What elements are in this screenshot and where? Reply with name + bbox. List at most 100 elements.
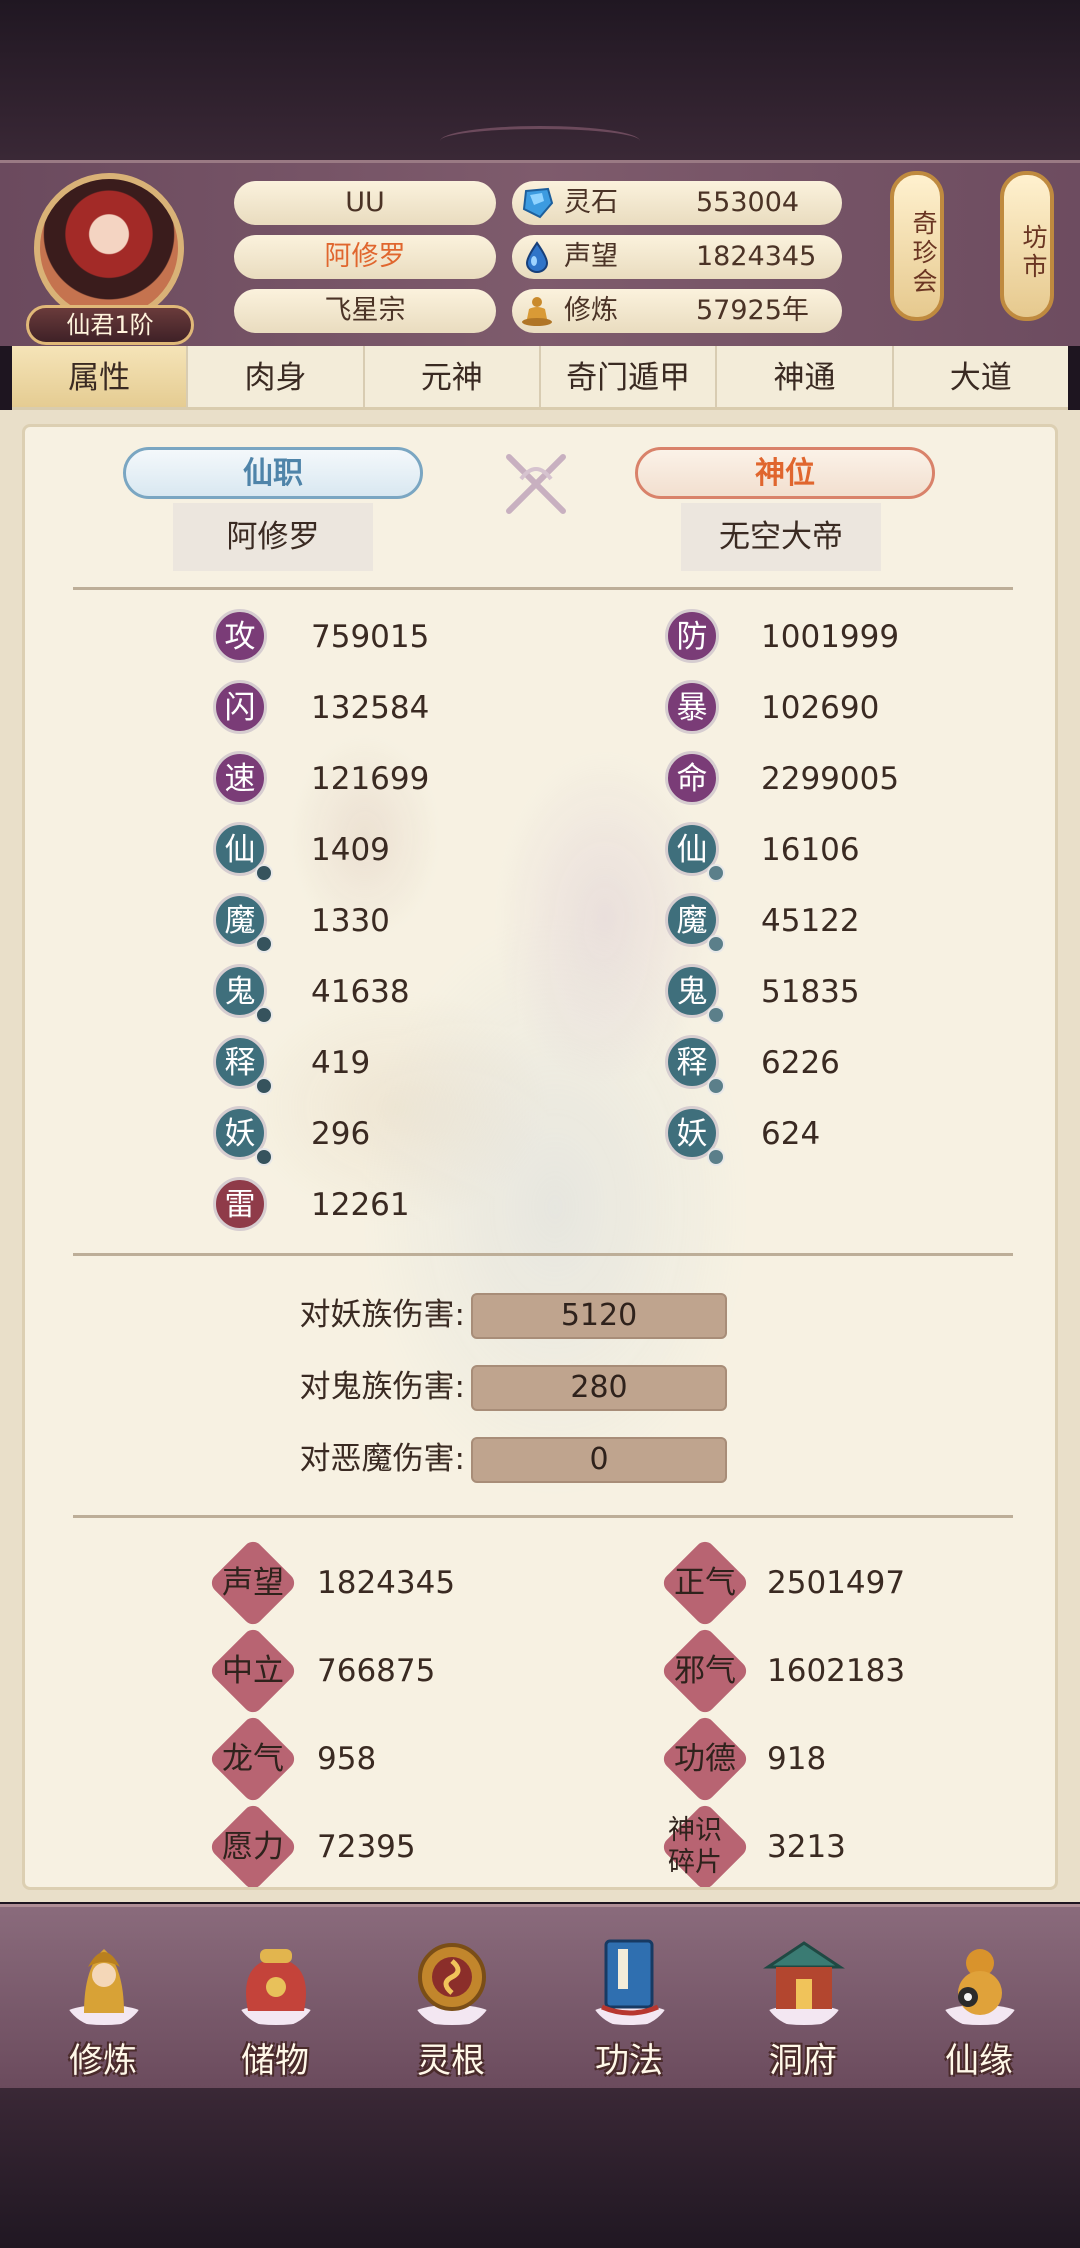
stat-value: 624 [761,1116,821,1152]
stat-icon-wrap: 释 [665,1035,725,1095]
divine-rank-banner: 神位 [635,447,935,499]
player-title: 阿修罗 [234,235,496,279]
avatar[interactable] [34,173,184,323]
stat-value: 51835 [761,974,860,1010]
attack-marker-icon [255,935,273,953]
damage-label: 对妖族伤害: [299,1297,465,1333]
tab-attributes[interactable]: 属性 [12,346,189,407]
stat-icon: 雷 [213,1177,267,1231]
tab-great-dao[interactable]: 大道 [894,346,1068,407]
nav-cave-mansion[interactable]: 洞府 [728,1921,878,2081]
treasure-fair-button[interactable]: 奇珍会 [890,171,944,321]
resource-reputation: 声望 1824345 [512,235,842,279]
nav-label: 灵根 [417,2041,485,2081]
spirit-root-icon [412,1943,492,2025]
stat-value: 121699 [311,761,430,797]
technique-book-icon [590,1939,670,2025]
stat-icon: 命 [665,751,719,805]
stat-value: 102690 [761,690,880,726]
reputation-label: 龙气 [222,1741,284,1777]
reputation-label: 神识碎片 [668,1815,722,1878]
stat-icon: 暴 [665,680,719,734]
stat-value: 759015 [311,619,430,655]
stat-icon-wrap: 鬼 [213,964,273,1024]
reputation-value: 72395 [317,1829,416,1865]
stat-value: 1409 [311,832,390,868]
stat-icon-wrap: 释 [213,1035,273,1095]
reputation-value: 766875 [317,1653,436,1689]
defense-marker-icon [707,1148,725,1166]
tab-qimen-dunjia[interactable]: 奇门遁甲 [541,346,718,407]
resource-cultivation: 修炼 57925年 [512,289,842,333]
stat-value: 45122 [761,903,860,939]
attack-marker-icon [255,864,273,882]
stat-value: 296 [311,1116,371,1152]
defense-marker-icon [707,864,725,882]
reputation-label: 愿力 [222,1829,284,1865]
stat-icon: 速 [213,751,267,805]
immortal-office-value: 阿修罗 [173,503,373,571]
stat-icon: 防 [665,609,719,663]
nav-spirit-root[interactable]: 灵根 [376,1921,526,2081]
cave-mansion-icon [763,1941,845,2025]
nav-label: 储物 [241,2041,309,2081]
nav-label: 修炼 [69,2041,137,2081]
stat-icon: 闪 [213,680,267,734]
stat-value: 1330 [311,903,390,939]
attributes-panel-frame: 仙职 阿修罗 神位 无空大帝 攻 759015 闪 132584 速 12169… [0,410,1080,1902]
nav-storage[interactable]: 储物 [200,1921,350,2081]
defense-marker-icon [707,1006,725,1024]
storage-bag-icon [236,1949,316,2025]
stat-value: 16106 [761,832,860,868]
nav-cultivate[interactable]: 修炼 [28,1921,178,2081]
stat-icon-wrap: 仙 [665,822,725,882]
section-divider [73,1253,1013,1256]
tab-bar: 属性 肉身 元神 奇门遁甲 神通 大道 [12,346,1068,410]
defense-marker-icon [707,1077,725,1095]
player-name: UU [234,181,496,225]
reputation-label: 中立 [222,1653,284,1689]
bottom-backdrop [0,2088,1080,2248]
tab-divine-power[interactable]: 神通 [717,346,894,407]
stat-value: 6226 [761,1045,840,1081]
attack-marker-icon [255,1148,273,1166]
player-header: 仙君1阶 UU 阿修罗 飞星宗 灵石 553004 声望 1824345 修炼 … [0,160,1080,346]
damage-value-bar: 0 [471,1437,727,1483]
bottom-nav: 修炼 储物 灵根 功法 洞府 仙缘 [0,1904,1080,2088]
stat-value: 419 [311,1045,371,1081]
reputation-value: 2501497 [767,1565,906,1601]
nav-technique[interactable]: 功法 [554,1921,704,2081]
section-divider [73,587,1013,590]
market-button[interactable]: 坊市 [1000,171,1054,321]
stat-value: 41638 [311,974,410,1010]
stat-icon-wrap: 鬼 [665,964,725,1024]
attack-marker-icon [255,1006,273,1024]
reputation-value: 958 [317,1741,377,1777]
attributes-panel: 仙职 阿修罗 神位 无空大帝 攻 759015 闪 132584 速 12169… [22,424,1058,1890]
meditation-icon [522,297,552,326]
stat-icon-wrap: 妖 [665,1106,725,1166]
reputation-value: 1824345 [317,1565,456,1601]
stat-icon-wrap: 妖 [213,1106,273,1166]
stat-value: 132584 [311,690,430,726]
immortal-office-banner: 仙职 [123,447,423,499]
stat-icon-wrap: 魔 [665,893,725,953]
damage-value-bar: 280 [471,1365,727,1411]
tab-body[interactable]: 肉身 [188,346,365,407]
reputation-value: 918 [767,1741,827,1777]
avatar-frame[interactable]: 仙君1阶 [26,173,194,345]
reputation-value: 1602183 [767,1653,906,1689]
reputation-value: 3213 [767,1829,846,1865]
nav-immortal-fate[interactable]: 仙缘 [904,1921,1054,2081]
resource-spirit-stone: 灵石 553004 [512,181,842,225]
ornament-divider [440,126,640,156]
attack-marker-icon [255,1077,273,1095]
reputation-label: 邪气 [674,1653,736,1689]
rank-badge: 仙君1阶 [26,305,194,345]
stat-value: 2299005 [761,761,900,797]
damage-label: 对恶魔伤害: [299,1441,465,1477]
stat-icon-wrap: 仙 [213,822,273,882]
reputation-label: 功德 [674,1741,736,1777]
player-sect: 飞星宗 [234,289,496,333]
tab-spirit[interactable]: 元神 [365,346,541,407]
